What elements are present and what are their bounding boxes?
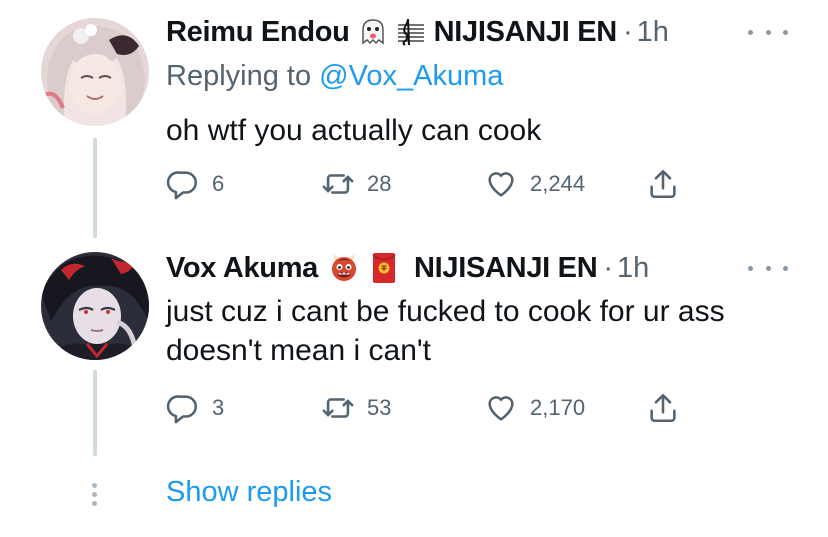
tweet-text-line: just cuz i cant be fucked to cook for ur…: [166, 295, 725, 328]
reply-icon: [166, 171, 198, 200]
more-replies-dots-icon: [91, 483, 99, 507]
red-envelope-emoji-icon: [372, 252, 396, 284]
retweet-count: 53: [367, 395, 392, 420]
ghost-tongue-emoji-icon: [358, 17, 388, 47]
share-button[interactable]: [646, 166, 680, 202]
more-options-icon[interactable]: [748, 22, 788, 42]
affiliation: NIJISANJI EN: [414, 251, 598, 284]
tweet-text: oh wtf you actually can cook: [166, 111, 541, 150]
separator: ·: [622, 15, 633, 48]
like-count: 2,244: [530, 171, 586, 196]
replying-to: Replying to @Vox_Akuma: [166, 60, 503, 93]
retweet-button[interactable]: 28: [321, 166, 391, 202]
separator: ·: [603, 251, 614, 284]
reply-button[interactable]: 3: [166, 390, 224, 426]
replying-prefix: Replying to: [166, 60, 320, 92]
more-options-icon[interactable]: [748, 258, 788, 278]
retweet-button[interactable]: 53: [321, 390, 391, 426]
tweet-text-line: doesn't mean i can't: [166, 334, 431, 367]
author-name[interactable]: Vox Akuma: [166, 252, 318, 285]
tweet-header: Reimu Endou NIJISANJI EN · 1h: [166, 14, 669, 50]
reply-button[interactable]: 6: [166, 166, 224, 202]
like-button[interactable]: 2,244: [484, 166, 585, 202]
reply-count: 6: [212, 171, 225, 196]
ogre-emoji-icon: [328, 252, 360, 284]
tweet-text-line: oh wtf you actually can cook: [166, 114, 542, 147]
timestamp[interactable]: 1h: [637, 16, 669, 49]
like-button[interactable]: 2,170: [484, 390, 585, 426]
retweet-count: 28: [367, 171, 392, 196]
avatar[interactable]: [41, 252, 149, 360]
retweet-icon: [322, 398, 354, 418]
tweet-header: Vox Akuma NIJISANJI EN · 1h: [166, 250, 649, 286]
reply-icon: [166, 395, 198, 424]
affiliation: NIJISANJI EN: [433, 15, 618, 48]
retweet-icon: [322, 174, 354, 194]
tweet-actions: 3 53 2,170: [166, 390, 686, 426]
tweet-reimu[interactable]: Reimu Endou NIJISANJI EN · 1h Replying t…: [0, 0, 828, 240]
reply-count: 3: [212, 395, 225, 420]
share-icon: [650, 169, 676, 199]
heart-icon: [488, 172, 514, 197]
show-replies-link[interactable]: Show replies: [166, 476, 332, 509]
tweet-text: just cuz i cant be fucked to cook for ur…: [166, 292, 725, 370]
heart-icon: [488, 396, 514, 421]
share-icon: [650, 393, 676, 423]
replying-handle-link[interactable]: @Vox_Akuma: [319, 60, 503, 92]
like-count: 2,170: [530, 395, 586, 420]
music-staff-emoji-icon: [396, 17, 426, 47]
tweet-vox[interactable]: Vox Akuma NIJISANJI EN · 1h just cuz i c…: [0, 240, 828, 460]
avatar[interactable]: [41, 18, 149, 126]
share-button[interactable]: [646, 390, 680, 426]
tweet-actions: 6 28 2,244: [166, 166, 686, 202]
author-name[interactable]: Reimu Endou: [166, 16, 350, 49]
timestamp[interactable]: 1h: [617, 252, 649, 285]
